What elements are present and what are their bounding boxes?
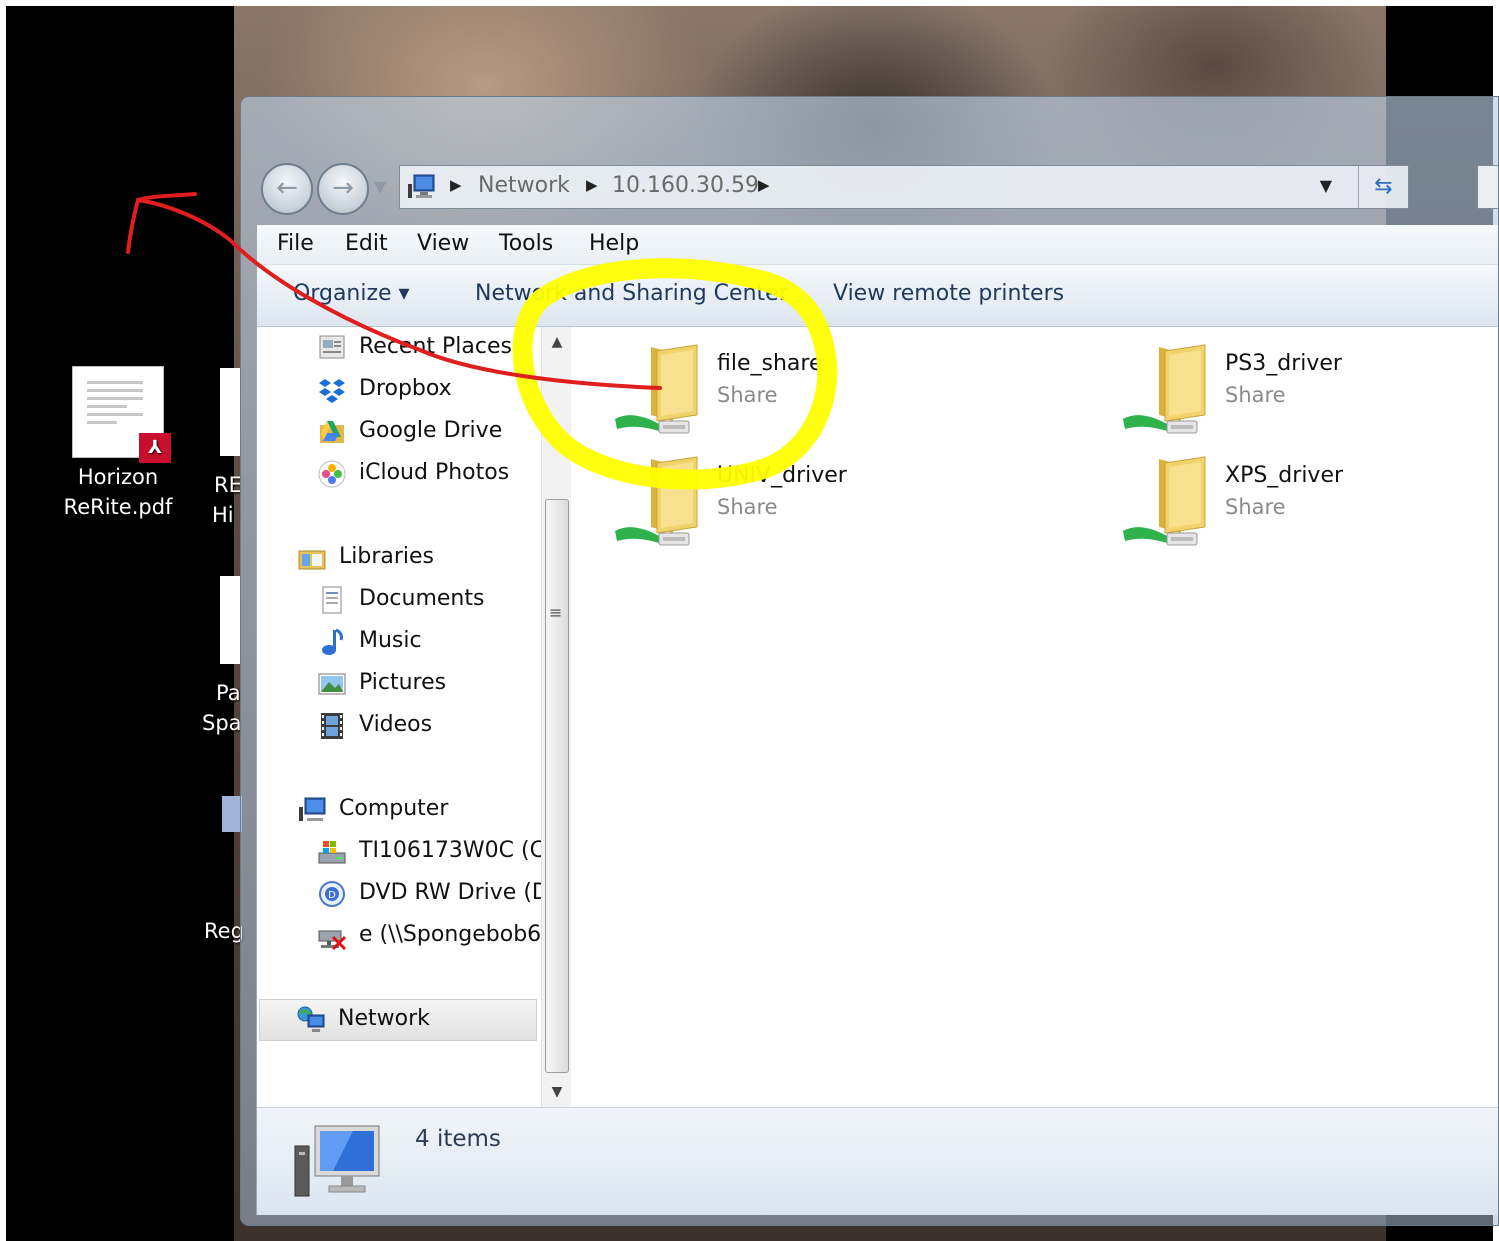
- dropbox-icon: [319, 379, 345, 403]
- forward-button[interactable]: →: [317, 163, 369, 215]
- search-input[interactable]: [1477, 165, 1498, 209]
- scroll-grip-icon: ≡: [549, 603, 563, 622]
- nav-item-label: TI106173W0C (C:: [359, 838, 541, 863]
- nav-item-label: Libraries: [339, 544, 435, 569]
- partial-file-thumbnail: [220, 368, 240, 456]
- nav-pane-scrollbar[interactable]: ▲ ≡ ▼: [541, 327, 571, 1107]
- nav-item-label: e (\\Spongebob6: [359, 922, 541, 947]
- music-icon: [322, 628, 343, 655]
- nav-item-label: Videos: [359, 712, 433, 737]
- share-type: Share: [1225, 383, 1286, 407]
- organize-button[interactable]: Organize ▾: [293, 281, 410, 306]
- recent-places-icon: [319, 335, 345, 359]
- share-ps3-driver[interactable]: PS3_driver Share: [1121, 341, 1498, 441]
- nav-item-label: Dropbox: [359, 376, 452, 401]
- command-bar: Organize ▾ Network and Sharing Center Vi…: [257, 265, 1498, 327]
- share-type: Share: [717, 383, 778, 407]
- menu-view[interactable]: View: [417, 231, 469, 256]
- navigation-pane: Recent Places Dropbox Google Drive iClou…: [257, 327, 541, 1107]
- google-drive-icon: [320, 421, 344, 443]
- computer-icon: [299, 797, 326, 821]
- shared-folder-icon: [615, 456, 698, 546]
- back-button[interactable]: ←: [261, 163, 313, 215]
- partial-desktop-label: RE: [214, 473, 242, 497]
- nav-item-label: Documents: [359, 586, 485, 611]
- libraries-icon: [298, 550, 326, 570]
- share-xps-driver[interactable]: XPS_driver Share: [1121, 453, 1498, 553]
- nav-item-label: Pictures: [359, 670, 447, 695]
- nav-item-label: Computer: [339, 796, 449, 821]
- share-type: Share: [1225, 495, 1286, 519]
- menu-edit[interactable]: Edit: [345, 231, 388, 256]
- nav-item-label: Google Drive: [359, 418, 503, 443]
- nav-network-selected[interactable]: Network: [259, 999, 537, 1041]
- pictures-icon: [318, 673, 346, 695]
- partial-desktop-label: Hi: [212, 503, 234, 527]
- svg-text:D: D: [328, 890, 336, 901]
- partial-app-icon: [222, 796, 242, 832]
- item-count: 4 items: [415, 1126, 501, 1152]
- share-name: file_share: [717, 351, 823, 376]
- share-univ-driver[interactable]: UNIV_driver Share: [613, 453, 1033, 553]
- desktop-icon-horizon-pdf[interactable]: ⅄ Horizon ReRite.pdf: [58, 366, 178, 522]
- explorer-window: ← → ▼ ▶ Network ▶ 10.160.30.59 ▶ ▼ ⇆ Fil…: [240, 96, 1499, 1226]
- partial-file-thumbnail: [220, 576, 240, 664]
- hard-drive-icon: [318, 841, 346, 864]
- recent-pages-dropdown-icon[interactable]: ▼: [374, 177, 386, 196]
- explorer-client-area: File Edit View Tools Help Organize ▾ Net…: [256, 225, 1498, 1215]
- breadcrumb-separator-icon[interactable]: ▶: [450, 176, 462, 194]
- shared-folder-icon: [1123, 344, 1206, 434]
- view-remote-printers-button[interactable]: View remote printers: [833, 281, 1064, 306]
- menu-help[interactable]: Help: [589, 231, 639, 256]
- pdf-thumbnail: ⅄: [72, 366, 171, 463]
- network-sharing-center-button[interactable]: Network and Sharing Center: [475, 281, 788, 306]
- breadcrumb-host[interactable]: 10.160.30.59: [612, 173, 759, 198]
- scroll-down-icon[interactable]: ▼: [542, 1077, 572, 1107]
- acrobat-icon: ⅄: [139, 433, 171, 463]
- shared-folder-icon: [1123, 456, 1206, 546]
- nav-item-label: Recent Places: [359, 334, 512, 359]
- scroll-thumb[interactable]: [545, 499, 569, 1073]
- partial-desktop-label: Spa: [202, 711, 242, 735]
- share-file-share[interactable]: file_share Share: [613, 341, 1033, 441]
- navigation-bar: ← → ▼ ▶ Network ▶ 10.160.30.59 ▶ ▼ ⇆: [261, 163, 1498, 215]
- videos-icon: [321, 713, 343, 739]
- dvd-drive-icon: D: [319, 881, 345, 907]
- nav-item-label: Network: [338, 1006, 430, 1031]
- computer-icon: [408, 174, 435, 198]
- details-pane: 4 items: [257, 1107, 1498, 1215]
- nav-item-label: DVD RW Drive (D: [359, 880, 541, 905]
- menu-bar: File Edit View Tools Help: [257, 225, 1498, 265]
- menu-tools[interactable]: Tools: [499, 231, 553, 256]
- nav-item-label: iCloud Photos: [359, 460, 510, 485]
- partial-desktop-label: Reg: [204, 919, 244, 943]
- documents-icon: [322, 586, 342, 614]
- breadcrumb-network[interactable]: Network: [478, 173, 570, 198]
- desktop-icon-label: Horizon: [77, 465, 159, 489]
- address-bar[interactable]: ▶ Network ▶ 10.160.30.59 ▶ ▼ ⇆: [399, 165, 1409, 209]
- share-type: Share: [717, 495, 778, 519]
- scroll-up-icon[interactable]: ▲: [542, 327, 572, 357]
- breadcrumb-separator-icon[interactable]: ▶: [758, 176, 770, 194]
- menu-file[interactable]: File: [277, 231, 314, 256]
- network-icon: [297, 1006, 325, 1032]
- breadcrumb-separator-icon[interactable]: ▶: [586, 176, 598, 194]
- computer-icon: [294, 1125, 380, 1197]
- content-pane: file_share Share PS3_driver Share UNIV_d…: [573, 327, 1498, 1107]
- nav-item-label: Music: [359, 628, 422, 653]
- desktop-icon-label: ReRite.pdf: [63, 495, 173, 519]
- share-name: PS3_driver: [1225, 351, 1342, 376]
- disconnected-network-drive-icon: [318, 930, 347, 951]
- address-dropdown-icon[interactable]: ▼: [1320, 176, 1332, 195]
- icloud-photos-icon: [318, 460, 346, 488]
- share-name: XPS_driver: [1225, 463, 1344, 488]
- shared-folder-icon: [615, 344, 698, 434]
- partial-desktop-label: Pa: [216, 681, 241, 705]
- refresh-icon[interactable]: ⇆: [1358, 166, 1408, 208]
- share-name: UNIV_driver: [717, 463, 847, 488]
